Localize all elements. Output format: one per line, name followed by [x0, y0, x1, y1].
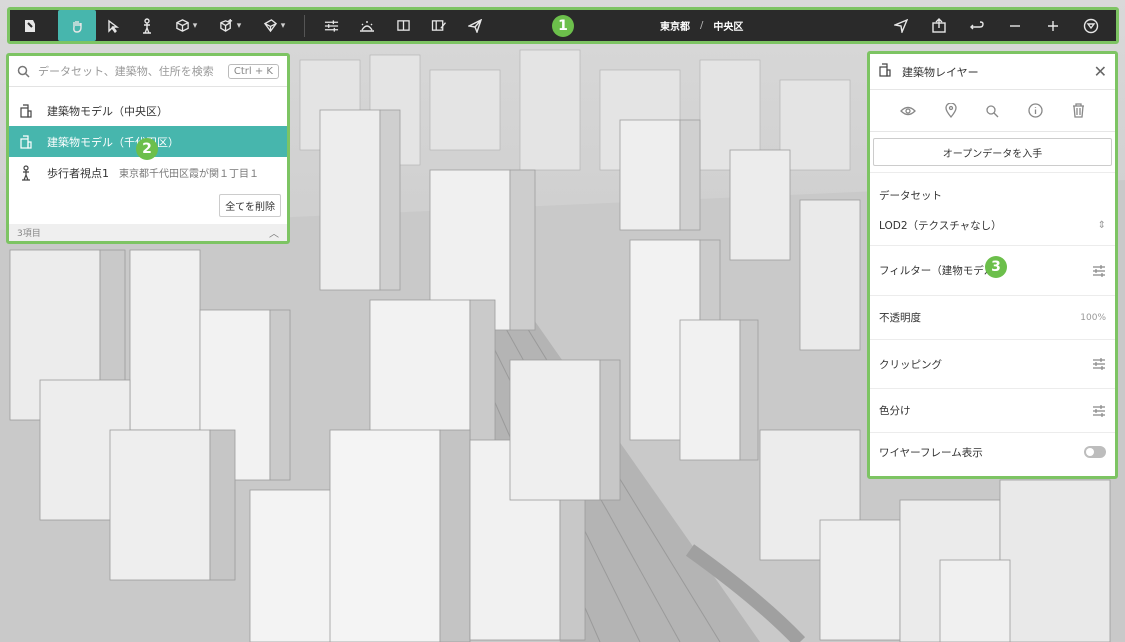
- breadcrumb-prefecture[interactable]: 東京都: [660, 18, 690, 33]
- cube-icon[interactable]: ▾: [164, 10, 208, 41]
- send-icon[interactable]: [457, 10, 493, 41]
- sliders-icon[interactable]: [313, 10, 349, 41]
- search-icon: [17, 65, 30, 78]
- close-icon[interactable]: ✕: [1094, 62, 1107, 81]
- sliders-icon[interactable]: [1092, 264, 1106, 277]
- search-icon[interactable]: [985, 104, 999, 118]
- list-item[interactable]: 歩行者視点1 東京都千代田区霞が関１丁目１: [9, 157, 287, 188]
- delete-all-button[interactable]: 全てを削除: [219, 194, 281, 217]
- shortcut-hint: Ctrl + K: [227, 63, 279, 79]
- breadcrumb-separator: /: [700, 20, 704, 31]
- wireframe-row: ワイヤーフレーム表示: [870, 433, 1115, 471]
- annotation-marker-3: 3: [985, 256, 1007, 278]
- eye-icon[interactable]: [900, 105, 917, 117]
- dataset-section: データセット: [870, 184, 1115, 206]
- building-icon: [19, 134, 37, 149]
- breadcrumb-ward[interactable]: 中央区: [713, 18, 743, 33]
- navigate-icon[interactable]: [882, 10, 920, 41]
- list-item-label: 歩行者視点1: [47, 166, 109, 180]
- search-bar: Ctrl + K: [9, 56, 287, 87]
- wireframe-label: ワイヤーフレーム表示: [879, 446, 983, 459]
- hand-icon[interactable]: [58, 10, 96, 41]
- dataset-value: LOD2（テクスチャなし）: [879, 220, 1002, 232]
- list-item[interactable]: 建築物モデル（中央区）: [9, 95, 287, 126]
- breadcrumb: 東京都 / 中央区: [660, 10, 743, 41]
- sliders-icon[interactable]: [1092, 358, 1106, 370]
- trash-icon[interactable]: [1072, 103, 1085, 118]
- annotation-marker-1: 1: [552, 15, 574, 37]
- list-item-label: 建築物モデル（千代田区）: [47, 135, 179, 149]
- map-book-icon[interactable]: [385, 10, 421, 41]
- search-input[interactable]: [36, 63, 228, 79]
- color-split-label: 色分け: [879, 405, 911, 417]
- list-item-address: 東京都千代田区霞が関１丁目１: [119, 169, 259, 180]
- dataset-label: データセット: [879, 189, 942, 202]
- select-arrows-icon: ⇕: [1097, 220, 1106, 231]
- clipping-row[interactable]: クリッピング: [870, 340, 1115, 389]
- annotation-marker-2: 2: [136, 138, 158, 160]
- collapse-icon[interactable]: ︿: [269, 225, 279, 240]
- building-icon: [878, 63, 892, 80]
- layer-panel-title: 建築物レイヤー: [902, 65, 979, 79]
- pedestrian-icon[interactable]: [130, 10, 164, 41]
- pointer-icon[interactable]: [96, 10, 130, 41]
- plus-icon[interactable]: [1034, 10, 1072, 41]
- layer-panel-header: 建築物レイヤー ✕: [870, 54, 1115, 90]
- open-data-button[interactable]: オープンデータを入手: [873, 138, 1112, 166]
- info-icon[interactable]: [1028, 103, 1043, 118]
- dataset-select[interactable]: LOD2（テクスチャなし） ⇕: [870, 206, 1115, 246]
- list-item-label: 建築物モデル（中央区）: [47, 104, 168, 118]
- sun-icon[interactable]: [349, 10, 385, 41]
- polygon-icon[interactable]: ▾: [252, 10, 296, 41]
- cube-plus-icon[interactable]: ▾: [208, 10, 252, 41]
- minus-icon[interactable]: [996, 10, 1034, 41]
- toolbar-right-group: [882, 10, 1110, 41]
- opacity-value: 100%: [1080, 312, 1106, 323]
- pin-icon[interactable]: [945, 103, 957, 118]
- layer-actions: [870, 90, 1115, 132]
- opacity-label: 不透明度: [879, 312, 921, 324]
- edit-map-icon[interactable]: [421, 10, 457, 41]
- filter-icon[interactable]: [1072, 10, 1110, 41]
- sliders-icon[interactable]: [1092, 404, 1106, 417]
- search-panel-footer: 3項目 ︿: [9, 224, 287, 241]
- building-icon: [19, 103, 37, 118]
- share-icon[interactable]: [920, 10, 958, 41]
- pedestrian-icon: [19, 164, 37, 181]
- logo-icon[interactable]: [10, 10, 50, 41]
- opacity-row[interactable]: 不透明度 100%: [870, 296, 1115, 340]
- item-count: 3項目: [17, 229, 41, 239]
- clipping-label: クリッピング: [879, 358, 942, 371]
- color-split-row[interactable]: 色分け: [870, 389, 1115, 433]
- toolbar-divider: [304, 14, 305, 37]
- undo-icon[interactable]: [958, 10, 996, 41]
- wireframe-toggle[interactable]: [1084, 446, 1106, 458]
